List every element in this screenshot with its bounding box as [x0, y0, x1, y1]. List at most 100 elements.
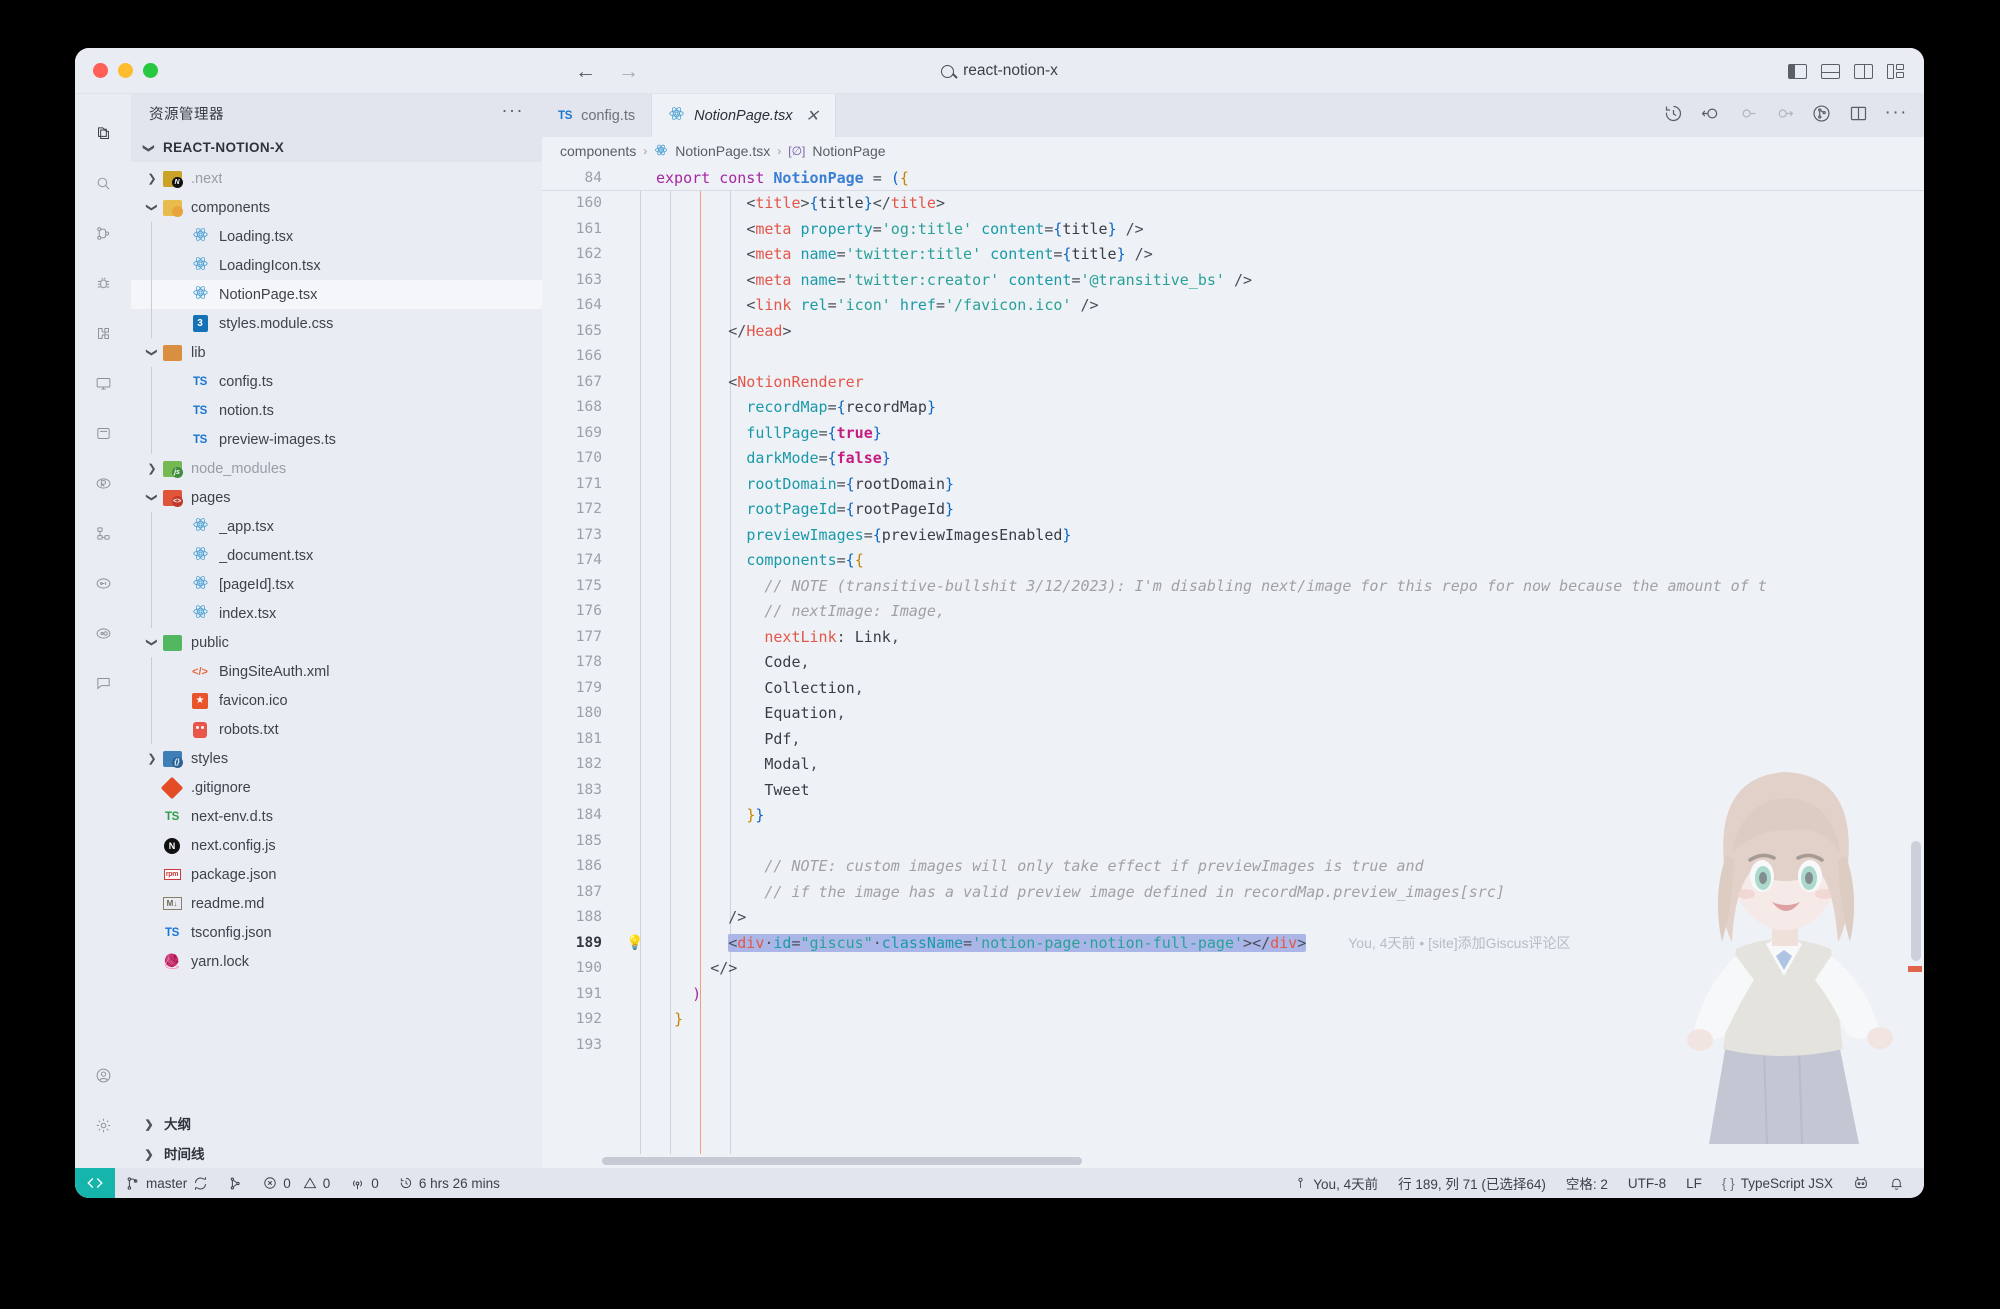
code-line-190[interactable]: 190 </> [542, 956, 1924, 982]
explorer-more-actions-icon[interactable]: ··· [502, 101, 524, 119]
code-line-181[interactable]: 181 Pdf, [542, 727, 1924, 753]
tab-config-ts[interactable]: TS config.ts [542, 94, 653, 137]
code-line-160[interactable]: 160 <title>{title}</title> [542, 191, 1924, 217]
outline-panel-header[interactable]: 大纲 [131, 1108, 542, 1138]
code-line-170[interactable]: 170 darkMode={false} [542, 446, 1924, 472]
timeline-history-icon[interactable] [1663, 103, 1684, 129]
tree-item-lib[interactable]: ❯ lib [131, 338, 542, 367]
code-line-187[interactable]: 187 // if the image has a valid preview … [542, 880, 1924, 906]
activity-accounts[interactable] [75, 1050, 131, 1100]
activity-test-explorer[interactable] [75, 558, 131, 608]
status-eol[interactable]: LF [1676, 1176, 1712, 1191]
code-line-179[interactable]: 179 Collection, [542, 676, 1924, 702]
breadcrumb-symbol[interactable]: NotionPage [812, 143, 885, 159]
status-problems[interactable]: 0 0 [253, 1176, 340, 1191]
previous-change-icon[interactable] [1737, 103, 1758, 129]
tree-item--gitignore[interactable]: .gitignore [131, 773, 542, 802]
chevron-down-icon[interactable]: ❯ [146, 199, 159, 217]
go-back-icon[interactable]: ← [575, 61, 596, 82]
tree-item-next-config-js[interactable]: Nnext.config.js [131, 831, 542, 860]
source-control-graph-icon[interactable] [1811, 103, 1832, 129]
tree-item--document-tsx[interactable]: _document.tsx [131, 541, 542, 570]
minimize-window-button[interactable] [118, 63, 133, 78]
code-line-184[interactable]: 184 }} [542, 803, 1924, 829]
maximize-window-button[interactable] [143, 63, 158, 78]
more-editor-actions-icon[interactable]: ··· [1885, 103, 1908, 122]
code-line-188[interactable]: 188 /> [542, 905, 1924, 931]
tree-item-tsconfig-json[interactable]: TS tsconfig.json [131, 918, 542, 947]
tree-item-bingsiteauth-xml[interactable]: </> BingSiteAuth.xml [131, 657, 542, 686]
tree-item--app-tsx[interactable]: _app.tsx [131, 512, 542, 541]
code-line-161[interactable]: 161 <meta property='og:title' content={t… [542, 217, 1924, 243]
tree-item-robots-txt[interactable]: robots.txt [131, 715, 542, 744]
command-center[interactable]: react-notion-x [75, 48, 1924, 94]
chevron-down-icon[interactable]: ❯ [146, 489, 159, 507]
code-line-163[interactable]: 163 <meta name='twitter:creator' content… [542, 268, 1924, 294]
toggle-panel-icon[interactable] [1821, 63, 1840, 79]
code-line-178[interactable]: 178 Code, [542, 650, 1924, 676]
close-icon[interactable]: ✕ [805, 106, 818, 126]
code-line-173[interactable]: 173 previewImages={previewImagesEnabled} [542, 523, 1924, 549]
tab-notionpage-tsx[interactable]: NotionPage.tsx ✕ [652, 94, 836, 137]
sticky-scroll-line[interactable]: 84 export const NotionPage = ({ [542, 165, 1924, 191]
code-line-168[interactable]: 168 recordMap={recordMap} [542, 395, 1924, 421]
breadcrumb-folder[interactable]: components [560, 143, 636, 159]
status-notifications[interactable] [1879, 1176, 1914, 1191]
code-line-165[interactable]: 165 </Head> [542, 319, 1924, 345]
code-line-166[interactable]: 166 [542, 344, 1924, 370]
tree-item-index-tsx[interactable]: index.tsx [131, 599, 542, 628]
activity-search[interactable] [75, 158, 131, 208]
activity-run-and-debug[interactable] [75, 258, 131, 308]
tree-item-favicon-ico[interactable]: ★ favicon.ico [131, 686, 542, 715]
tree-item-styles-module-css[interactable]: 3 styles.module.css [131, 309, 542, 338]
activity-source-control[interactable] [75, 208, 131, 258]
code-editor[interactable]: 160 <title>{title}</title> 161 <meta prop… [542, 191, 1924, 1154]
code-line-177[interactable]: 177 nextLink: Link, [542, 625, 1924, 651]
status-language-mode[interactable]: { } TypeScript JSX [1712, 1176, 1843, 1191]
activity-project-manager[interactable] [75, 508, 131, 558]
status-cursor-position[interactable]: 行 189, 列 71 (已选择64) [1388, 1173, 1556, 1193]
code-line-183[interactable]: 183 Tweet [542, 778, 1924, 804]
code-line-169[interactable]: 169 fullPage={true} [542, 421, 1924, 447]
code-line-182[interactable]: 182 Modal, [542, 752, 1924, 778]
tree-item-notion-ts[interactable]: TS notion.ts [131, 396, 542, 425]
status-timer[interactable]: 6 hrs 26 mins [389, 1176, 510, 1191]
next-change-icon[interactable] [1774, 103, 1795, 129]
timeline-panel-header[interactable]: 时间线 [131, 1138, 542, 1168]
editor-horizontal-scrollbar[interactable] [542, 1154, 1924, 1168]
tree-item-config-ts[interactable]: TS config.ts [131, 367, 542, 396]
activity-extensions[interactable] [75, 308, 131, 358]
status-git-blame[interactable]: You, 4天前 [1284, 1173, 1388, 1193]
tree-item-readme-md[interactable]: M↓ readme.md [131, 889, 542, 918]
activity-remote-explorer[interactable] [75, 358, 131, 408]
go-back-changes-icon[interactable] [1700, 103, 1721, 129]
status-indentation[interactable]: 空格: 2 [1556, 1173, 1618, 1193]
status-encoding[interactable]: UTF-8 [1618, 1176, 1676, 1191]
code-line-185[interactable]: 185 [542, 829, 1924, 855]
code-line-167[interactable]: 167 <NotionRenderer [542, 370, 1924, 396]
code-line-171[interactable]: 171 rootDomain={rootDomain} [542, 472, 1924, 498]
tree-item-loadingicon-tsx[interactable]: LoadingIcon.tsx [131, 251, 542, 280]
tree-item-notionpage-tsx[interactable]: NotionPage.tsx [131, 280, 542, 309]
code-line-192[interactable]: 192 } [542, 1007, 1924, 1033]
chevron-down-icon[interactable]: ❯ [146, 344, 159, 362]
tree-item-next-env-d-ts[interactable]: TS next-env.d.ts [131, 802, 542, 831]
toggle-secondary-sidebar-icon[interactable] [1854, 63, 1873, 79]
code-line-174[interactable]: 174 components={{ [542, 548, 1924, 574]
toggle-primary-sidebar-icon[interactable] [1788, 63, 1807, 79]
code-line-164[interactable]: 164 <link rel='icon' href='/favicon.ico'… [542, 293, 1924, 319]
chevron-right-icon[interactable]: ❯ [143, 752, 161, 765]
tree-item-public[interactable]: ❯ public [131, 628, 542, 657]
activity-settings-gear[interactable] [75, 1100, 131, 1150]
status-ports[interactable]: 0 [340, 1176, 389, 1191]
tree-item--pageid-tsx[interactable]: [pageId].tsx [131, 570, 542, 599]
editor-vertical-scrollbar[interactable] [1911, 841, 1921, 961]
code-line-193[interactable]: 193 [542, 1033, 1924, 1059]
tree-item-preview-images-ts[interactable]: TS preview-images.ts [131, 425, 542, 454]
activity-comments[interactable] [75, 658, 131, 708]
tree-item--next[interactable]: ❯ N .next [131, 164, 542, 193]
code-line-176[interactable]: 176 // nextImage: Image, [542, 599, 1924, 625]
tree-item-package-json[interactable]: rpm package.json [131, 860, 542, 889]
close-window-button[interactable] [93, 63, 108, 78]
split-editor-icon[interactable] [1848, 103, 1869, 129]
